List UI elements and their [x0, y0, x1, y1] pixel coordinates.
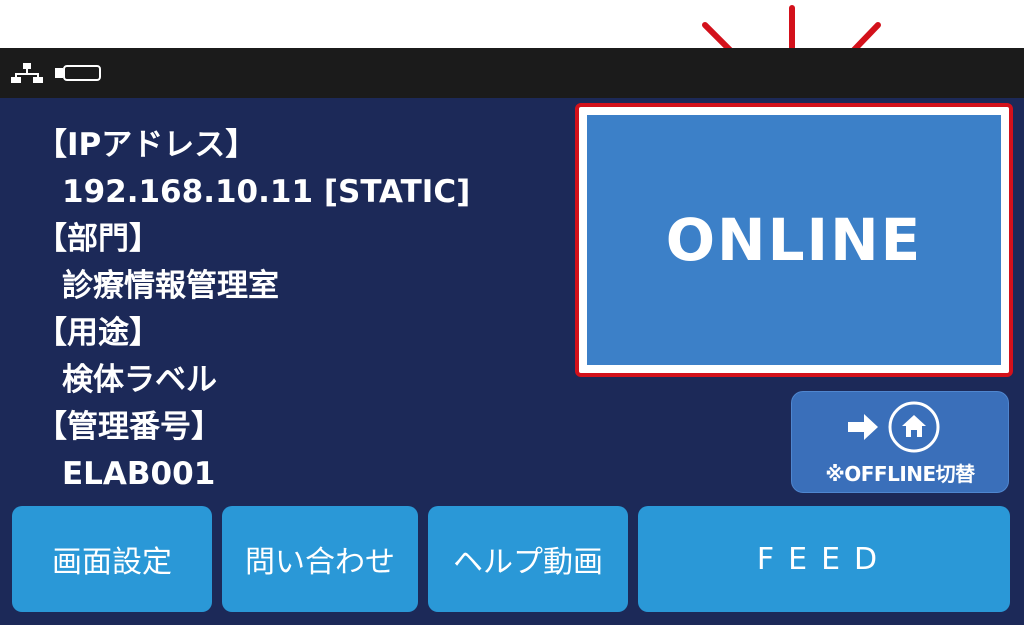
- department-value: 診療情報管理室: [62, 268, 279, 304]
- home-icon: [888, 401, 940, 453]
- status-bar: [0, 48, 1024, 98]
- offline-switch-label: ※OFFLINE切替: [825, 462, 975, 486]
- offline-switch-button[interactable]: ※OFFLINE切替: [791, 391, 1009, 493]
- feed-button[interactable]: FEED: [638, 506, 1010, 612]
- online-status-text: ONLINE: [665, 206, 923, 274]
- usage-label: 【用途】: [36, 315, 160, 351]
- ip-address-label: 【IPアドレス】: [36, 127, 257, 163]
- management-number-label: 【管理番号】: [36, 409, 222, 445]
- screen-settings-button[interactable]: 画面設定: [12, 506, 212, 612]
- device-info: 【IPアドレス】 192.168.10.11 [STATIC] 【部門】 診療情…: [36, 122, 470, 498]
- online-status-highlight: ONLINE: [575, 103, 1013, 377]
- online-status-panel[interactable]: ONLINE: [587, 115, 1001, 365]
- ip-address-value: 192.168.10.11 [STATIC]: [62, 174, 471, 210]
- management-number-value: ELAB001: [62, 456, 216, 492]
- sd-card-icon: [55, 65, 101, 81]
- department-label: 【部門】: [36, 221, 160, 257]
- contact-button[interactable]: 問い合わせ: [222, 506, 418, 612]
- printer-panel-screen: 【IPアドレス】 192.168.10.11 [STATIC] 【部門】 診療情…: [0, 48, 1024, 625]
- usage-value: 検体ラベル: [62, 362, 217, 398]
- network-icon: [11, 63, 43, 83]
- arrow-home-icon: [848, 401, 940, 453]
- help-video-button[interactable]: ヘルプ動画: [428, 506, 628, 612]
- arrow-right-icon: [848, 414, 878, 440]
